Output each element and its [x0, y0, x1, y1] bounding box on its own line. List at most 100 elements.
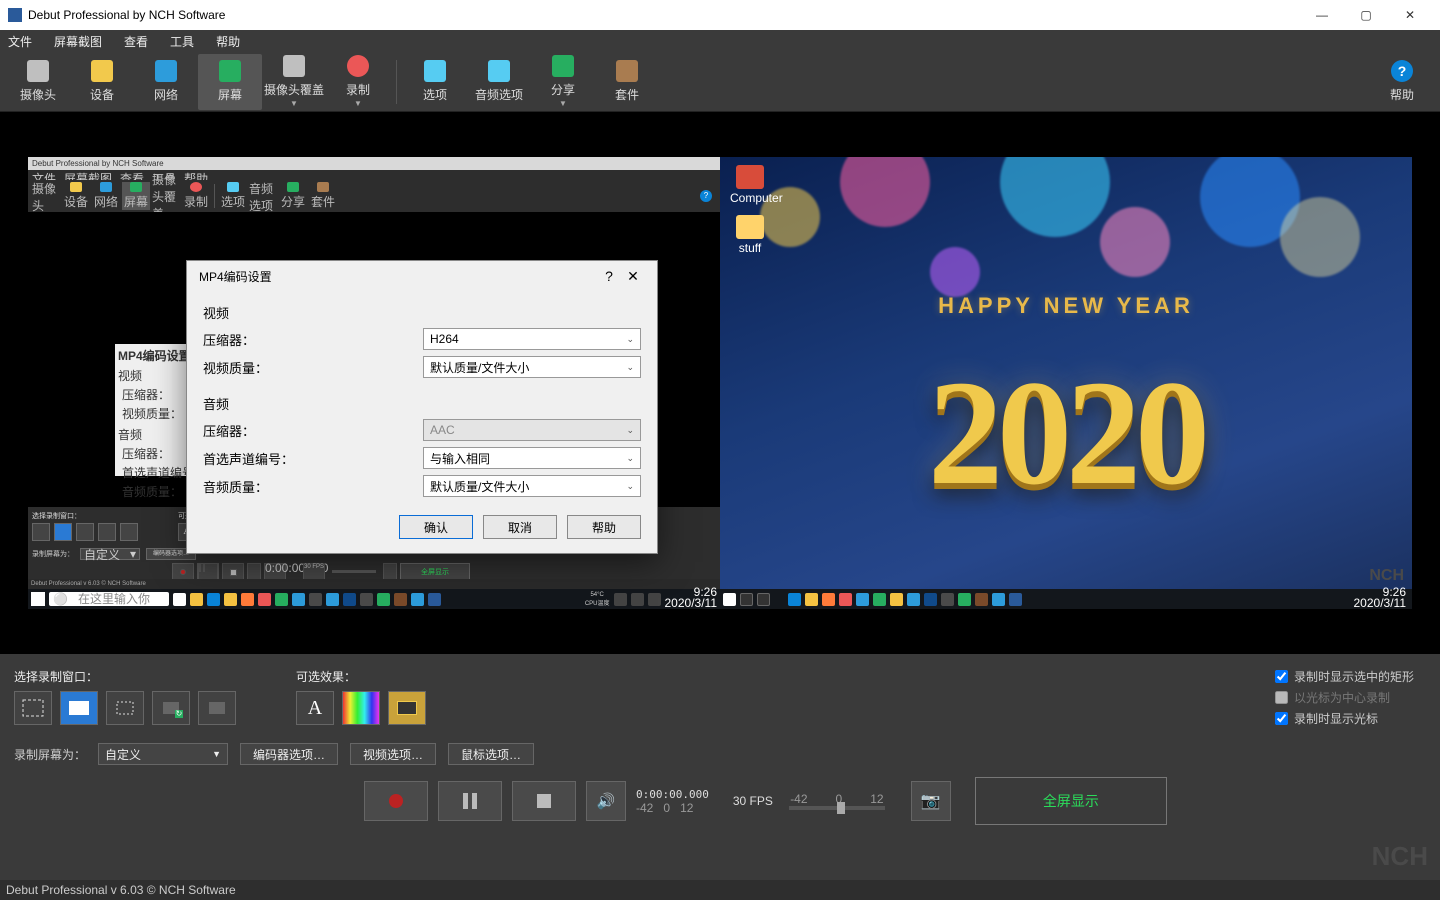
record-button[interactable]: [364, 781, 428, 821]
tb-share[interactable]: 分享▼: [531, 54, 595, 110]
effects-group: 可选效果： A: [296, 668, 426, 725]
windows-logo-icon: [723, 593, 736, 606]
menu-view[interactable]: 查看: [120, 31, 152, 52]
dialog-close-button[interactable]: ✕: [621, 264, 645, 288]
video-quality-label: 视频质量：: [203, 358, 423, 377]
window-select-5[interactable]: [198, 691, 236, 725]
dialog-titlebar: MP4编码设置 ? ✕: [187, 261, 657, 291]
ok-button[interactable]: 确认: [399, 515, 473, 539]
chevron-down-icon: ⌄: [626, 453, 634, 464]
pause-button[interactable]: [438, 781, 502, 821]
tb-overlay[interactable]: 摄像头覆盖▼: [262, 54, 326, 110]
dialog-title: MP4编码设置: [199, 268, 272, 285]
tb-camera[interactable]: 摄像头: [6, 54, 70, 110]
tb-help[interactable]: ?帮助: [1370, 54, 1434, 110]
chevron-down-icon: ▼: [559, 99, 567, 108]
status-text: Debut Professional v 6.03 © NCH Software: [6, 883, 236, 897]
select-window-group: 选择录制窗口： ↻: [14, 668, 236, 725]
cancel-button[interactable]: 取消: [483, 515, 557, 539]
menu-help[interactable]: 帮助: [212, 31, 244, 52]
window-select-4[interactable]: ↻: [152, 691, 190, 725]
slider-handle[interactable]: [837, 802, 845, 814]
window-title: Debut Professional by NCH Software: [28, 8, 225, 22]
audio-section-label: 音频: [203, 394, 641, 413]
menubar: 文件 屏幕截图 查看 工具 帮助: [0, 30, 1440, 52]
tb-screen[interactable]: 屏幕: [198, 54, 262, 110]
tb-options[interactable]: 选项: [403, 54, 467, 110]
video-effect-button[interactable]: [388, 691, 426, 725]
menu-file[interactable]: 文件: [4, 31, 36, 52]
stop-icon: [537, 794, 551, 808]
screen-for-select[interactable]: 自定义▼: [98, 743, 228, 765]
mini-titlebar: Debut Professional by NCH Software: [28, 157, 720, 170]
video-options-button[interactable]: 视频选项…: [350, 743, 436, 765]
video-quality-select[interactable]: 默认质量/文件大小⌄: [423, 356, 641, 378]
screen-for-label: 录制屏幕为：: [14, 746, 86, 763]
chk-show-rect[interactable]: 录制时显示选中的矩形: [1275, 668, 1414, 685]
nch-watermark: NCH: [1369, 567, 1404, 585]
maximize-button[interactable]: ▢: [1344, 0, 1388, 30]
channels-label: 首选声道编号：: [203, 449, 423, 468]
transport-controls: 🔊 0:00:00.000 -42 0 12 30 FPS -42012 📷 全…: [364, 777, 1426, 825]
audio-quality-label: 音频质量：: [203, 477, 423, 496]
chk-center-cursor: 以光标为中心录制: [1275, 689, 1414, 706]
zoom-slider[interactable]: [789, 806, 885, 810]
video-compressor-select[interactable]: H264⌄: [423, 328, 641, 350]
menu-tools[interactable]: 工具: [166, 31, 198, 52]
record-checkboxes: 录制时显示选中的矩形 以光标为中心录制 录制时显示光标: [1275, 668, 1426, 727]
encoder-options-button[interactable]: 编码器选项…: [240, 743, 338, 765]
mini-search: ⚪在这里输入你要搜索的内容: [49, 592, 169, 606]
snapshot-button[interactable]: 📷: [911, 781, 951, 821]
channels-select[interactable]: 与输入相同⌄: [423, 447, 641, 469]
select-window-label: 选择录制窗口：: [14, 668, 236, 685]
window-select-3[interactable]: [106, 691, 144, 725]
mini-menubar: 文件屏幕截图查看工具帮助: [28, 170, 720, 180]
crosshair-icon: [113, 698, 137, 718]
video-section-label: 视频: [203, 303, 641, 322]
tb-suite[interactable]: 套件: [595, 54, 659, 110]
nch-logo: NCH: [1372, 841, 1428, 872]
chevron-down-icon: ⌄: [626, 481, 634, 492]
window-select-2[interactable]: [60, 691, 98, 725]
camera-icon: 📷: [921, 791, 941, 811]
fps-display: 30 FPS: [733, 794, 773, 808]
fullscreen-button[interactable]: 全屏显示: [975, 777, 1167, 825]
minimize-button[interactable]: —: [1300, 0, 1344, 30]
separator: [396, 60, 397, 104]
stop-button[interactable]: [512, 781, 576, 821]
tb-audio-options[interactable]: 音频选项: [467, 54, 531, 110]
mouse-options-button[interactable]: 鼠标选项…: [448, 743, 534, 765]
mini-taskbar: ⚪在这里输入你要搜索的内容 54°CCPU温度: [28, 589, 720, 609]
dialog-help-button[interactable]: ?: [597, 264, 621, 288]
volume-button[interactable]: 🔊: [586, 781, 626, 821]
pause-icon: [463, 793, 477, 809]
mp4-encoding-dialog: MP4编码设置 ? ✕ 视频 压缩器： H264⌄ 视频质量： 默认质量/文件大…: [186, 260, 658, 554]
close-button[interactable]: ✕: [1388, 0, 1432, 30]
effects-label: 可选效果：: [296, 668, 426, 685]
toolbar: 摄像头 设备 网络 屏幕 摄像头覆盖▼ 录制▼ 选项 音频选项 分享▼ 套件 ?…: [0, 52, 1440, 112]
chevron-down-icon: ⌄: [626, 362, 634, 373]
video-compressor-label: 压缩器：: [203, 330, 423, 349]
options-panel: 选择录制窗口： ↻ 可选效果： A 录制时显示选中的矩形 以光标为中心录制 录制…: [0, 654, 1440, 831]
tb-network[interactable]: 网络: [134, 54, 198, 110]
help-button[interactable]: 帮助: [567, 515, 641, 539]
window-select-1[interactable]: [14, 691, 52, 725]
chevron-down-icon: ▼: [290, 99, 298, 108]
tb-device[interactable]: 设备: [70, 54, 134, 110]
app-icon: [8, 8, 22, 22]
audio-quality-select[interactable]: 默认质量/文件大小⌄: [423, 475, 641, 497]
preview-right-desktop: Computer stuff HAPPY NEW YEAR 2020 NCH: [720, 157, 1412, 609]
color-filter-button[interactable]: [342, 691, 380, 725]
audio-compressor-select: AAC⌄: [423, 419, 641, 441]
tb-record[interactable]: 录制▼: [326, 54, 390, 110]
desktop-icon-folder: stuff: [730, 215, 770, 255]
text-overlay-button[interactable]: A: [296, 691, 334, 725]
chk-show-cursor[interactable]: 录制时显示光标: [1275, 710, 1414, 727]
wallpaper-year: 2020: [720, 347, 1412, 519]
menu-screenshot[interactable]: 屏幕截图: [50, 31, 106, 52]
windows-logo-icon: [31, 592, 45, 606]
mini-toolbar: 摄像头 设备 网络 屏幕 摄像头覆盖 录制 选项 音频选项 分享 套件 ?: [28, 180, 720, 212]
statusbar: Debut Professional v 6.03 © NCH Software: [0, 880, 1440, 900]
wallpaper-title: HAPPY NEW YEAR: [720, 293, 1412, 319]
chevron-down-icon: ▼: [354, 99, 362, 108]
